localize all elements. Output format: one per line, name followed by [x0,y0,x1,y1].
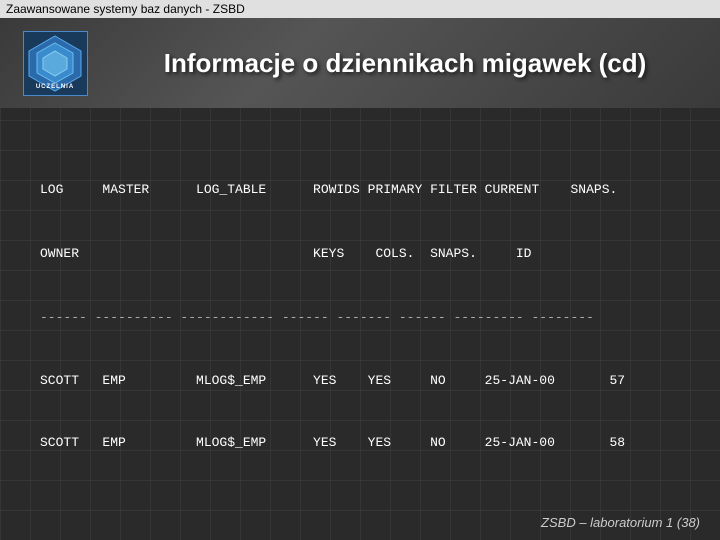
table-row: SCOTT EMP MLOG$_EMP YES YES NO 25-JAN-00… [40,371,680,392]
header-title: Informacje o dziennikach migawek (cd) [110,48,700,79]
svg-text:UCZELNIA: UCZELNIA [35,84,73,90]
header-area: UCZELNIA Informacje o dziennikach migawe… [0,18,720,108]
content-area: LOG MASTER LOG_TABLE ROWIDS PRIMARY FILT… [0,108,720,516]
footer: ZSBD – laboratorium 1 (38) [541,515,700,530]
table-row: SCOTT EMP MLOG$_EMP YES YES NO 25-JAN-00… [40,433,680,454]
table-header-line1: LOG MASTER LOG_TABLE ROWIDS PRIMARY FILT… [40,180,680,201]
logo-icon: UCZELNIA [23,31,88,96]
top-bar-title: Zaawansowane systemy baz danych - ZSBD [6,2,245,16]
db-table: LOG MASTER LOG_TABLE ROWIDS PRIMARY FILT… [40,138,680,496]
logo-container: UCZELNIA [20,28,90,98]
footer-text: ZSBD – laboratorium 1 (38) [541,515,700,530]
table-separator: ------ ---------- ------------ ------ --… [40,308,680,329]
table-header-line2: OWNER KEYS COLS. SNAPS. ID [40,244,680,265]
top-bar: Zaawansowane systemy baz danych - ZSBD [0,0,720,18]
